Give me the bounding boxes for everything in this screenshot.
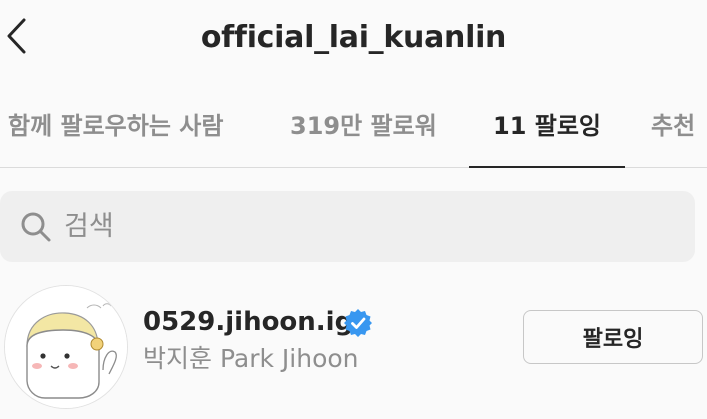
page-title: official_lai_kuanlin [200,20,507,55]
search-input[interactable] [64,205,664,247]
list-item[interactable]: 0529.jihoon.ig 박지훈 Park Jihoon 팔로잉 [0,280,707,419]
avatar-illustration-icon [5,286,127,408]
tab-followers[interactable]: 319만 팔로워 [290,109,437,143]
top-nav-bar: official_lai_kuanlin [0,0,707,80]
following-button[interactable]: 팔로잉 [523,310,703,364]
active-tab-indicator [469,166,625,168]
tab-mutual-followers[interactable]: 함께 팔로우하는 사람 [8,109,223,143]
tab-following[interactable]: 11 팔로잉 [493,109,601,143]
search-bar[interactable] [0,191,695,262]
username[interactable]: 0529.jihoon.ig [143,305,353,339]
search-icon [21,212,51,242]
follow-tabs: 함께 팔로우하는 사람 319만 팔로워 11 팔로잉 추천 [0,95,707,168]
avatar[interactable] [4,285,128,409]
tab-suggested[interactable]: 추천 [651,109,695,143]
full-name: 박지훈 Park Jihoon [143,344,359,373]
verified-badge-icon [344,309,372,337]
